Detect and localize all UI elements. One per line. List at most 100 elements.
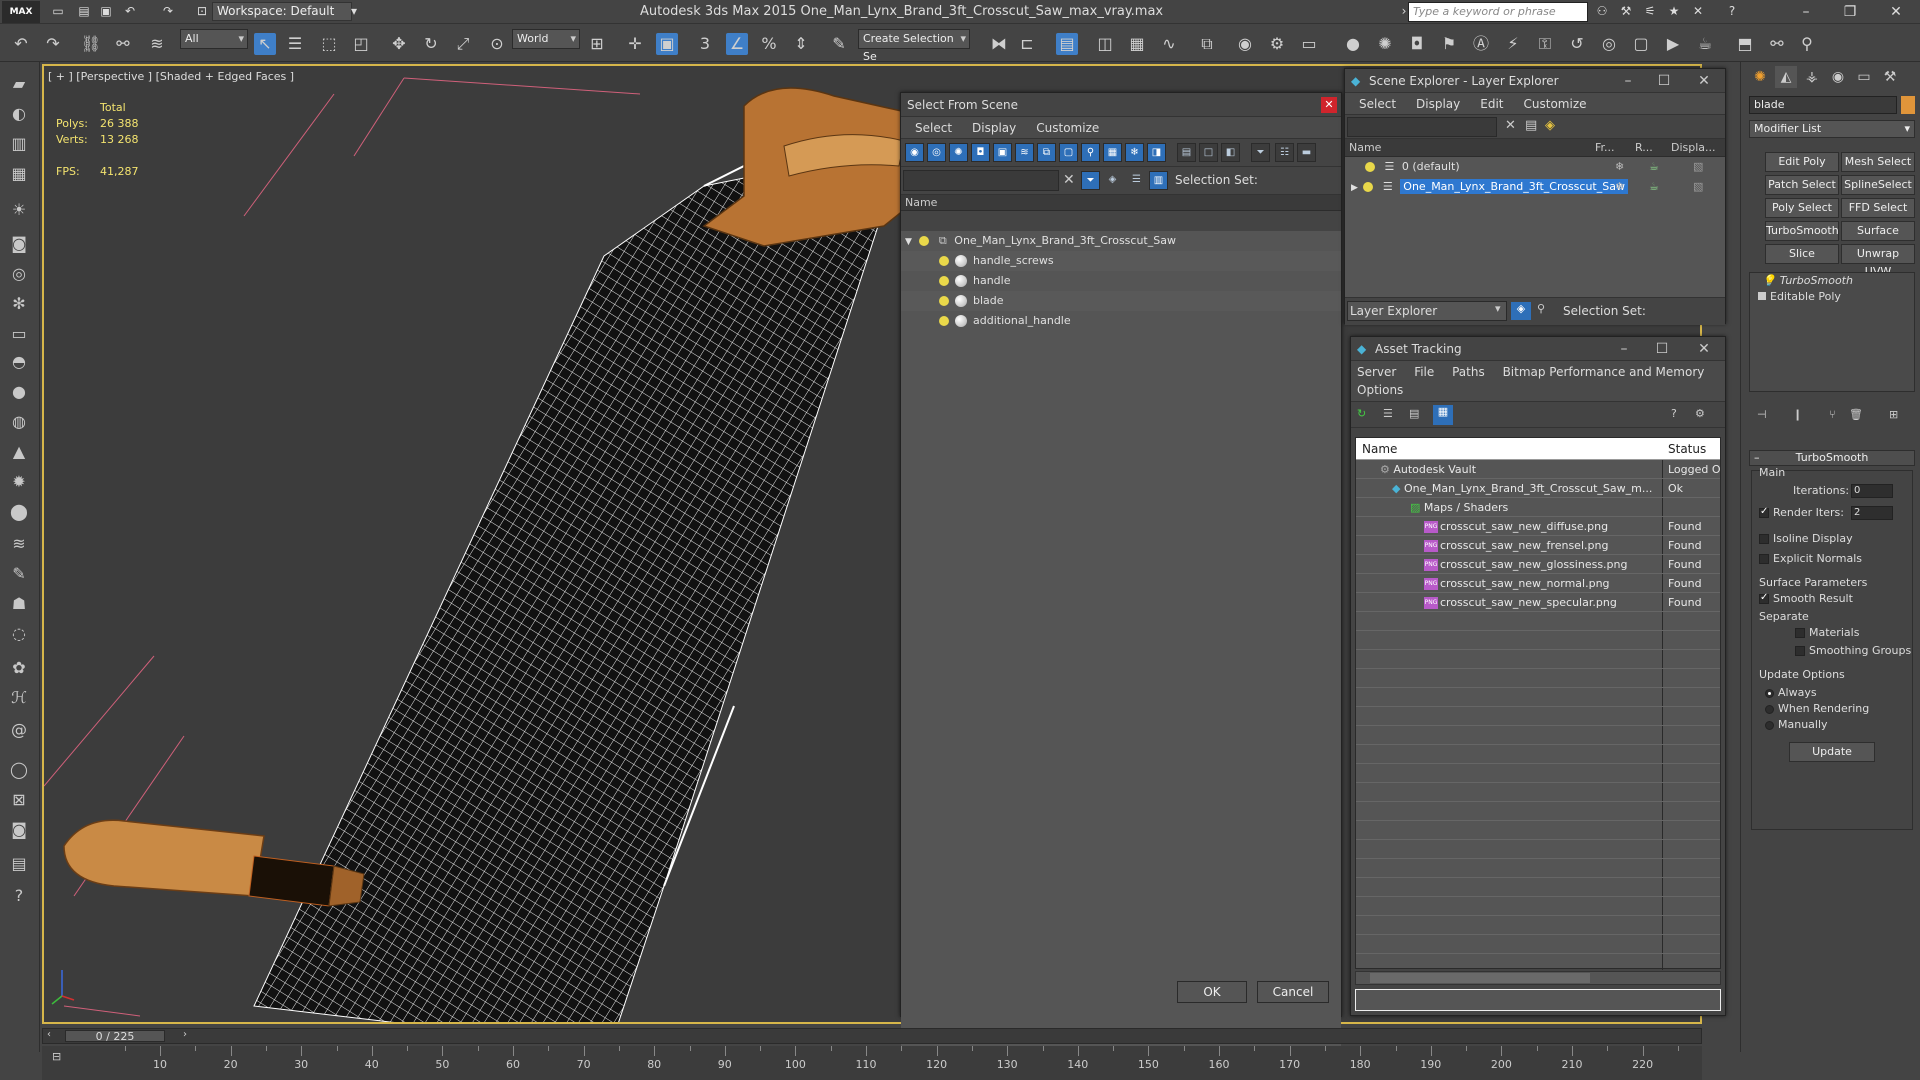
undo-icon[interactable]: ↶ (10, 33, 32, 55)
hierarchy-icon[interactable]: ☷ (1275, 143, 1294, 162)
render-iters-spinner[interactable]: 2 (1851, 506, 1893, 520)
light-bulb-icon[interactable] (939, 276, 949, 286)
display-all-icon[interactable]: ▤ (1177, 143, 1196, 162)
pivot-center-icon[interactable]: ⊞ (586, 33, 608, 55)
prev-frame-icon[interactable]: ‹ (47, 1029, 51, 1040)
refresh-icon[interactable]: ↺ (1566, 33, 1588, 55)
sun-icon[interactable]: ✹ (6, 470, 32, 494)
smoothing-groups-checkbox[interactable] (1795, 646, 1805, 656)
unwrap-uvw-button[interactable]: Unwrap UVW (1841, 244, 1915, 278)
filter-spacewarps-icon[interactable]: ≋ (1015, 143, 1034, 162)
render-window-icon[interactable]: ◙ (6, 818, 32, 842)
project-folder-icon[interactable]: ⊡ (194, 4, 210, 18)
paint-icon[interactable]: ✎ (6, 562, 32, 586)
track-bar[interactable]: ⊟ 10 20 30 40 50 60 70 80 90 100 110 120 130 140 150 16… (42, 1046, 1702, 1080)
teapot-icon[interactable]: ☕ (1694, 33, 1716, 55)
menu-select[interactable]: Select (1359, 93, 1396, 114)
modify-tab-icon[interactable]: ◭ (1775, 66, 1797, 88)
stack-item-turbosmooth[interactable]: 💡 TurboSmooth (1750, 273, 1914, 289)
filter-groups-icon[interactable]: ⧉ (1037, 143, 1056, 162)
frame-buffer-icon[interactable]: ▢ (1630, 33, 1652, 55)
col-render[interactable]: R... (1635, 139, 1671, 156)
sphere-icon[interactable]: ◐ (6, 102, 32, 126)
rotate-icon[interactable]: ↻ (420, 33, 442, 55)
favorites-star-icon[interactable]: ★ (1666, 4, 1682, 18)
col-freeze[interactable]: Fr... (1595, 139, 1635, 156)
glasses-icon[interactable]: ⚯ (1766, 33, 1788, 55)
cylinder-icon[interactable]: ▥ (6, 132, 32, 156)
mini-curve-editor-icon[interactable]: ⊟ (52, 1050, 61, 1063)
new-file-icon[interactable]: ▭ (50, 4, 66, 18)
when-rendering-row[interactable]: When Rendering (1765, 702, 1869, 715)
asset-row[interactable]: PNG crosscut_saw_new_specular.png Found (1356, 593, 1720, 612)
maximize-button[interactable]: ☐ (1651, 71, 1677, 91)
smooth-result-checkbox[interactable] (1759, 592, 1769, 604)
tree-root-row[interactable]: ▼ ⧉ One_Man_Lynx_Brand_3ft_Crosscut_Saw (901, 231, 1341, 251)
dome-icon[interactable]: ◓ (6, 350, 32, 374)
col-display[interactable]: Displa... (1671, 139, 1723, 156)
rectangular-selection-icon[interactable]: ⬚ (318, 33, 340, 55)
cone-icon[interactable]: ▲ (6, 440, 32, 464)
filter-shapes-icon[interactable]: ◎ (927, 143, 946, 162)
snaps-toggle-icon[interactable]: 3 (694, 33, 716, 55)
align-icon[interactable]: ⊏ (1016, 33, 1038, 55)
filter-cameras-icon[interactable]: ◘ (971, 143, 990, 162)
layers-icon[interactable]: ◈ (1103, 171, 1122, 190)
redo-icon[interactable]: ↷ (42, 33, 64, 55)
materials-row[interactable]: Materials (1795, 626, 1859, 639)
slice-button[interactable]: Slice (1765, 244, 1839, 264)
menu-customize[interactable]: Customize (1036, 117, 1099, 138)
menu-display[interactable]: Display (1416, 93, 1460, 114)
utilities-tab-icon[interactable]: ⚒ (1879, 66, 1901, 88)
redo-icon[interactable]: ↷ (160, 4, 176, 18)
camera-icon[interactable]: ◙ (6, 232, 32, 256)
when-rendering-radio[interactable] (1765, 704, 1774, 714)
turbosmooth-rollout-title[interactable]: – TurboSmooth (1749, 450, 1915, 466)
filter-containers-icon[interactable]: ▦ (1103, 143, 1122, 162)
foliage-icon[interactable]: ✿ (6, 656, 32, 680)
keyboard-shortcut-override-icon[interactable]: ▣ (656, 33, 678, 55)
turbosmooth-button[interactable]: TurboSmooth (1765, 221, 1839, 241)
light-bulb-icon[interactable] (1365, 162, 1375, 172)
display-invert-icon[interactable]: ◧ (1221, 143, 1240, 162)
menu-customize[interactable]: Customize (1524, 93, 1587, 114)
render-setup-icon[interactable]: ⚙ (1266, 33, 1288, 55)
minimize-button[interactable]: – (1611, 339, 1637, 359)
bind-space-warp-icon[interactable]: ≋ (146, 33, 168, 55)
dropdown-arrow-icon[interactable]: ▾ (1495, 302, 1501, 315)
save-icon[interactable]: ▣ (98, 4, 114, 18)
curve-editor-icon[interactable]: ∿ (1158, 33, 1180, 55)
col-name[interactable]: Name (1345, 139, 1595, 156)
display-none-icon[interactable]: □ (1199, 143, 1218, 162)
filter-toggle-icon[interactable]: ⏷ (1081, 171, 1100, 190)
add-to-layer-icon[interactable]: ◈ (1545, 118, 1555, 133)
globe-icon[interactable]: ◯ (6, 758, 32, 782)
world-icon[interactable]: ◌ (6, 622, 32, 646)
frame-ruler[interactable]: 10 20 30 40 50 60 70 80 90 100 110 120 130 140 150 160 1… (90, 1046, 1690, 1071)
light-bulb-icon[interactable] (939, 296, 949, 306)
refresh-icon[interactable]: ↻ (1357, 407, 1366, 420)
unlink-icon[interactable]: ⚯ (112, 33, 134, 55)
find-input[interactable] (903, 170, 1059, 191)
patch-select-button[interactable]: Patch Select (1765, 175, 1839, 195)
col-name[interactable]: Name (1362, 438, 1397, 460)
render-iters-checkbox[interactable] (1759, 506, 1769, 518)
light-bulb-icon[interactable] (919, 236, 930, 246)
ball-icon[interactable]: ⬤ (6, 500, 32, 524)
hair-farm-icon[interactable]: ℋ (6, 686, 32, 710)
sun-icon[interactable]: ✺ (1374, 33, 1396, 55)
isoline-checkbox[interactable] (1759, 534, 1769, 544)
filter-frozen-icon[interactable]: ❄ (1125, 143, 1144, 162)
close-button[interactable]: ✕ (1691, 71, 1717, 91)
menu-bitmap-performance[interactable]: Bitmap Performance and Memory (1503, 365, 1705, 379)
ok-button[interactable]: OK (1177, 981, 1247, 1003)
ffd-select-button[interactable]: FFD Select (1841, 198, 1915, 218)
light-icon[interactable]: ● (1342, 33, 1364, 55)
box-icon[interactable]: ▰ (6, 72, 32, 96)
filter-helpers-icon[interactable]: ▣ (993, 143, 1012, 162)
rendered-frame-window-icon[interactable]: ▭ (1298, 33, 1320, 55)
named-selection-set-select[interactable]: Create Selection Se (858, 29, 970, 63)
help-circle-icon[interactable]: ? (6, 884, 32, 908)
torus-icon[interactable]: ◎ (6, 262, 32, 286)
stack-icon[interactable]: ☰ (1127, 171, 1146, 190)
